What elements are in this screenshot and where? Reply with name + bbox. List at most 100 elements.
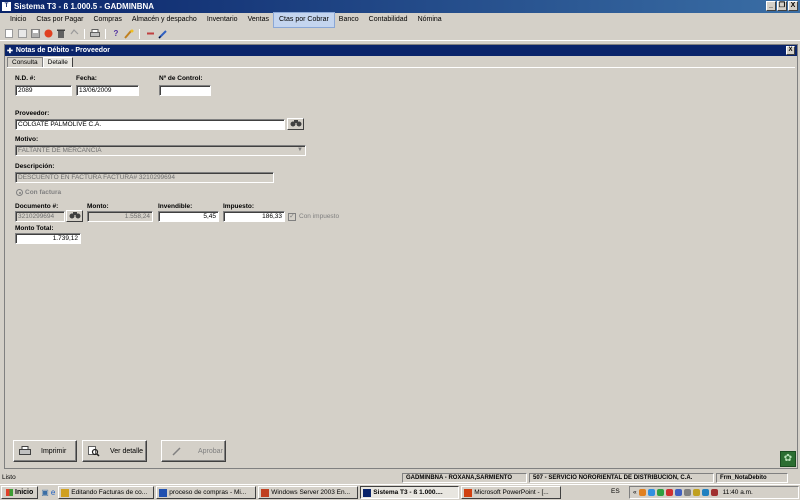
start-button[interactable]: Inicio bbox=[1, 486, 39, 499]
tray-update-icon[interactable] bbox=[701, 489, 709, 496]
documento-search-button[interactable] bbox=[66, 210, 83, 222]
proveedor-field[interactable]: COLGATE PALMOLIVE C.A. bbox=[15, 119, 285, 130]
menu-compras[interactable]: Compras bbox=[88, 13, 126, 27]
status-form: Frm_NotaDebito bbox=[716, 472, 788, 483]
windows-icon bbox=[6, 489, 13, 496]
help-icon[interactable]: ? bbox=[111, 29, 121, 39]
language-indicator[interactable]: ES bbox=[611, 488, 620, 495]
task-powerpoint[interactable]: Microsoft PowerPoint - [... bbox=[461, 486, 562, 499]
descripcion-field[interactable]: DESCUENTO EN FACTURA FACTURA# 3210299694 bbox=[15, 172, 274, 183]
menu-ctas-por-pagar[interactable]: Ctas por Pagar bbox=[31, 13, 88, 27]
tray-expand-icon[interactable]: « bbox=[633, 489, 637, 496]
restore-button[interactable]: ❐ bbox=[777, 1, 787, 11]
magnifier-icon bbox=[88, 445, 100, 457]
tray-network-icon[interactable] bbox=[647, 489, 655, 496]
proveedor-search-button[interactable] bbox=[287, 118, 304, 130]
ver-detalle-button[interactable]: Ver detalle bbox=[82, 440, 147, 462]
child-title-bar: ✚ Notas de Débito - Proveedor bbox=[5, 45, 797, 56]
imprimir-label: Imprimir bbox=[41, 447, 67, 455]
pen-icon[interactable] bbox=[158, 29, 168, 39]
invendible-label: Invendible: bbox=[158, 203, 193, 210]
menu-nomina[interactable]: Nómina bbox=[413, 13, 447, 27]
printer-icon bbox=[19, 446, 31, 455]
documento-field[interactable]: 3210299694 bbox=[15, 211, 65, 222]
chevron-down-icon: ▼ bbox=[297, 147, 303, 153]
con-factura-radio[interactable] bbox=[16, 189, 23, 196]
fecha-label: Fecha: bbox=[76, 75, 97, 82]
descripcion-label: Descripción: bbox=[15, 163, 55, 170]
status-company: 507 - SERVICIO NORORIENTAL DE DISTRIBUCI… bbox=[529, 472, 714, 483]
impuesto-field[interactable]: 186,33 bbox=[223, 211, 285, 222]
aprobar-label: Aprobar bbox=[198, 447, 223, 455]
app-title: Sistema T3 - ß 1.000.5 - GADMINBNA bbox=[14, 2, 155, 11]
toolbar-separator bbox=[139, 28, 140, 39]
ie-icon[interactable]: e bbox=[51, 488, 55, 497]
con-impuesto-checkbox[interactable]: ✓ bbox=[288, 213, 296, 221]
delete-icon[interactable] bbox=[56, 29, 66, 39]
documento-label: Documento #: bbox=[15, 203, 59, 210]
motivo-select[interactable]: FALTANTE DE MERCANCÍA ▼ bbox=[15, 145, 306, 156]
refresh-icon[interactable] bbox=[69, 29, 79, 39]
new-icon[interactable] bbox=[4, 29, 14, 39]
status-gear-icon[interactable]: ✿ bbox=[780, 451, 796, 467]
con-impuesto-label: Con impuesto bbox=[299, 213, 340, 220]
print-icon[interactable] bbox=[90, 29, 100, 39]
task-facturas[interactable]: Editando Facturas de co... bbox=[58, 486, 155, 499]
window-controls: _ ❐ X bbox=[766, 1, 798, 11]
save-icon[interactable] bbox=[30, 29, 40, 39]
detalle-panel: N.D. #: 2089 Fecha: 13/06/2009 Nº de Con… bbox=[7, 67, 795, 467]
monto-field[interactable]: 1.558,24 bbox=[87, 211, 153, 222]
tray-antivirus-icon[interactable] bbox=[665, 489, 673, 496]
notas-debito-window: ✚ Notas de Débito - Proveedor X Consulta… bbox=[4, 44, 798, 469]
menu-almacen[interactable]: Almacén y despacho bbox=[127, 13, 202, 27]
tray-volume-icon[interactable] bbox=[683, 489, 691, 496]
close-button[interactable]: X bbox=[788, 1, 798, 11]
con-factura-label: Con factura bbox=[25, 189, 62, 196]
fecha-field[interactable]: 13/06/2009 bbox=[76, 85, 139, 96]
menu-inventario[interactable]: Inventario bbox=[202, 13, 243, 27]
tray-firefox-icon[interactable] bbox=[638, 489, 646, 496]
menu-bar: Inicio Ctas por Pagar Compras Almacén y … bbox=[0, 12, 800, 28]
monto-total-field[interactable]: 1.739,12 bbox=[15, 233, 81, 244]
toolbar: ? bbox=[0, 27, 800, 41]
app-title-bar: T Sistema T3 - ß 1.000.5 - GADMINBNA _ ❐… bbox=[0, 0, 800, 13]
task-label: proceso de compras - Mi... bbox=[169, 489, 247, 496]
status-bar: Listo GADMINBNA - ROXANA,SARMIENTO 507 -… bbox=[0, 472, 800, 483]
task-sistema-t3[interactable]: Sistema T3 - ß 1.000.... bbox=[360, 486, 460, 499]
task-windows-server[interactable]: Windows Server 2003 En... bbox=[258, 486, 359, 499]
tray-alert-icon[interactable] bbox=[710, 489, 718, 496]
aprobar-button[interactable]: Aprobar bbox=[161, 440, 226, 462]
menu-inicio[interactable]: Inicio bbox=[5, 13, 31, 27]
system-tray: « 11:40 a.m. bbox=[629, 486, 799, 499]
imprimir-button[interactable]: Imprimir bbox=[13, 440, 77, 462]
status-ready: Listo bbox=[2, 474, 16, 481]
task-proceso[interactable]: proceso de compras - Mi... bbox=[156, 486, 257, 499]
menu-contabilidad[interactable]: Contabilidad bbox=[364, 13, 413, 27]
nd-field[interactable]: 2089 bbox=[15, 85, 72, 96]
tray-app-icon[interactable] bbox=[674, 489, 682, 496]
stop-icon[interactable] bbox=[43, 29, 53, 39]
child-title: Notas de Débito - Proveedor bbox=[15, 47, 111, 54]
tray-security-icon[interactable] bbox=[656, 489, 664, 496]
menu-ventas[interactable]: Ventas bbox=[243, 13, 274, 27]
child-close-button[interactable]: X bbox=[786, 46, 795, 55]
control-field[interactable] bbox=[159, 85, 211, 96]
menu-banco[interactable]: Banco bbox=[334, 13, 364, 27]
minimize-button[interactable]: _ bbox=[766, 1, 776, 11]
minus-icon[interactable] bbox=[145, 29, 155, 39]
proveedor-label: Proveedor: bbox=[15, 110, 50, 117]
taskbar: Inicio ▣ e Editando Facturas de co... pr… bbox=[0, 484, 800, 500]
pin-icon: ✚ bbox=[7, 47, 13, 55]
wizard-icon[interactable] bbox=[124, 29, 134, 39]
task-label: Windows Server 2003 En... bbox=[271, 489, 351, 496]
monto-label: Monto: bbox=[87, 203, 109, 210]
clock: 11:40 a.m. bbox=[722, 489, 753, 496]
edit-icon[interactable] bbox=[17, 29, 27, 39]
menu-ctas-por-cobrar[interactable]: Ctas por Cobrar bbox=[273, 12, 335, 28]
task-label: Microsoft PowerPoint - [... bbox=[474, 489, 549, 496]
app-icon: T bbox=[2, 2, 11, 11]
invendible-field[interactable]: 5,45 bbox=[158, 211, 219, 222]
control-label: Nº de Control: bbox=[159, 75, 203, 82]
desktop-icon[interactable]: ▣ bbox=[41, 488, 49, 497]
tray-messenger-icon[interactable] bbox=[692, 489, 700, 496]
